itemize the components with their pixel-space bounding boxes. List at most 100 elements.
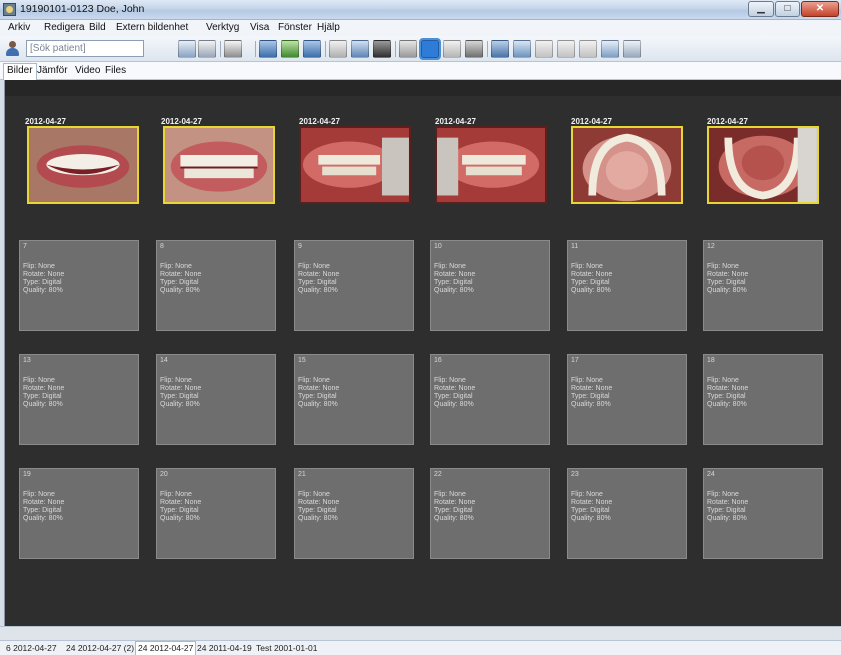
slot-type: Type: Digital <box>23 507 62 514</box>
session-tab[interactable]: 24 2012-04-27 (2) <box>66 643 134 653</box>
slot-flip: Flip: None <box>571 263 603 270</box>
menu-visa[interactable]: Visa <box>250 22 269 33</box>
rotate-icon[interactable] <box>579 40 597 58</box>
view-tabs: Bilder Jämför Video Files <box>0 62 841 80</box>
slot-number: 21 <box>298 471 306 478</box>
close-button[interactable]: ✕ <box>801 1 839 17</box>
menu-hjalp[interactable]: Hjälp <box>317 22 340 33</box>
slot-rotate: Rotate: None <box>707 271 749 278</box>
empty-image-slot[interactable]: 24 Flip: None Rotate: None Type: Digital… <box>703 468 823 559</box>
slot-number: 8 <box>160 243 164 250</box>
empty-image-slot[interactable]: 12 Flip: None Rotate: None Type: Digital… <box>703 240 823 331</box>
tab-video[interactable]: Video <box>72 64 103 77</box>
slot-flip: Flip: None <box>160 377 192 384</box>
slot-quality: Quality: 80% <box>298 287 338 294</box>
empty-image-slot[interactable]: 15 Flip: None Rotate: None Type: Digital… <box>294 354 414 445</box>
empty-image-slot[interactable]: 8 Flip: None Rotate: None Type: Digital … <box>156 240 276 331</box>
slot-quality: Quality: 80% <box>298 401 338 408</box>
slot-quality: Quality: 80% <box>571 287 611 294</box>
empty-image-slot[interactable]: 7 Flip: None Rotate: None Type: Digital … <box>19 240 139 331</box>
photo-thumbnail[interactable] <box>27 126 139 204</box>
slot-flip: Flip: None <box>298 263 330 270</box>
flip-vertical-icon[interactable] <box>557 40 575 58</box>
menu-fonster[interactable]: Fönster <box>278 22 312 33</box>
menu-bild[interactable]: Bild <box>89 22 106 33</box>
tab-files[interactable]: Files <box>102 64 129 77</box>
slot-rotate: Rotate: None <box>434 385 476 392</box>
empty-image-slot[interactable]: 10 Flip: None Rotate: None Type: Digital… <box>430 240 550 331</box>
grid-view-icon[interactable] <box>198 40 216 58</box>
empty-image-slot[interactable]: 14 Flip: None Rotate: None Type: Digital… <box>156 354 276 445</box>
photo-thumbnail[interactable] <box>571 126 683 204</box>
menu-verktyg[interactable]: Verktyg <box>206 22 239 33</box>
empty-image-slot[interactable]: 22 Flip: None Rotate: None Type: Digital… <box>430 468 550 559</box>
empty-image-slot[interactable]: 17 Flip: None Rotate: None Type: Digital… <box>567 354 687 445</box>
slot-rotate: Rotate: None <box>23 385 65 392</box>
zoom-icon[interactable] <box>601 40 619 58</box>
session-tab[interactable]: 6 2012-04-27 <box>6 643 57 653</box>
menu-extern-bildenhet[interactable]: Extern bildenhet <box>116 22 188 33</box>
empty-image-slot[interactable]: 16 Flip: None Rotate: None Type: Digital… <box>430 354 550 445</box>
slot-flip: Flip: None <box>160 491 192 498</box>
slot-type: Type: Digital <box>571 507 610 514</box>
empty-image-slot[interactable]: 9 Flip: None Rotate: None Type: Digital … <box>294 240 414 331</box>
image-list-icon[interactable] <box>513 40 531 58</box>
slot-rotate: Rotate: None <box>707 385 749 392</box>
presentation-icon[interactable] <box>491 40 509 58</box>
tab-jamfor[interactable]: Jämför <box>34 64 71 77</box>
photo-thumbnail[interactable] <box>299 126 411 204</box>
camera-icon[interactable] <box>373 40 391 58</box>
import-icon[interactable] <box>259 40 277 58</box>
slot-number: 14 <box>160 357 168 364</box>
menu-redigera[interactable]: Redigera <box>44 22 85 33</box>
patient-icon[interactable] <box>4 40 22 57</box>
horizontal-scrollbar[interactable] <box>0 626 841 640</box>
slot-number: 20 <box>160 471 168 478</box>
photo-thumbnail[interactable] <box>707 126 819 204</box>
flip-horizontal-icon[interactable] <box>535 40 553 58</box>
export-icon[interactable] <box>281 40 299 58</box>
slot-quality: Quality: 80% <box>434 401 474 408</box>
empty-image-slot[interactable]: 11 Flip: None Rotate: None Type: Digital… <box>567 240 687 331</box>
slot-quality: Quality: 80% <box>23 515 63 522</box>
tab-bilder[interactable]: Bilder <box>3 63 37 80</box>
empty-image-slot[interactable]: 18 Flip: None Rotate: None Type: Digital… <box>703 354 823 445</box>
slot-flip: Flip: None <box>434 491 466 498</box>
empty-image-slot[interactable]: 13 Flip: None Rotate: None Type: Digital… <box>19 354 139 445</box>
session-tab[interactable]: Test 2001-01-01 <box>256 643 317 653</box>
slot-type: Type: Digital <box>298 507 337 514</box>
session-tab-active[interactable]: 24 2012-04-27 <box>135 641 197 655</box>
crosshair-move-icon[interactable] <box>419 38 441 60</box>
slot-rotate: Rotate: None <box>23 499 65 506</box>
slot-rotate: Rotate: None <box>160 271 202 278</box>
window-title: 19190101-0123 Doe, John <box>20 3 145 15</box>
maximize-button[interactable]: □ <box>775 1 800 17</box>
occlusal-lower-photo <box>709 128 817 202</box>
slot-type: Type: Digital <box>707 279 746 286</box>
minimize-button[interactable]: ▁ <box>748 1 774 17</box>
session-tab[interactable]: 24 2011-04-19 <box>197 643 252 653</box>
slot-quality: Quality: 80% <box>707 515 747 522</box>
empty-image-slot[interactable]: 23 Flip: None Rotate: None Type: Digital… <box>567 468 687 559</box>
slot-number: 10 <box>434 243 442 250</box>
print-icon[interactable] <box>224 40 242 58</box>
pencil-icon[interactable] <box>329 40 347 58</box>
slot-type: Type: Digital <box>160 507 199 514</box>
pan-icon[interactable] <box>443 40 461 58</box>
checklist-icon[interactable] <box>623 40 641 58</box>
empty-image-slot[interactable]: 20 Flip: None Rotate: None Type: Digital… <box>156 468 276 559</box>
slot-type: Type: Digital <box>298 279 337 286</box>
menu-arkiv[interactable]: Arkiv <box>8 22 30 33</box>
photo-thumbnail[interactable] <box>163 126 275 204</box>
scan-icon[interactable] <box>303 40 321 58</box>
slot-rotate: Rotate: None <box>434 271 476 278</box>
slot-number: 9 <box>298 243 302 250</box>
folder-grid-icon[interactable] <box>178 40 196 58</box>
photo-thumbnail[interactable] <box>435 126 547 204</box>
empty-image-slot[interactable]: 19 Flip: None Rotate: None Type: Digital… <box>19 468 139 559</box>
compare-icon[interactable] <box>399 40 417 58</box>
empty-image-slot[interactable]: 21 Flip: None Rotate: None Type: Digital… <box>294 468 414 559</box>
monitor-icon[interactable] <box>351 40 369 58</box>
search-input[interactable] <box>26 40 144 57</box>
levels-icon[interactable] <box>465 40 483 58</box>
